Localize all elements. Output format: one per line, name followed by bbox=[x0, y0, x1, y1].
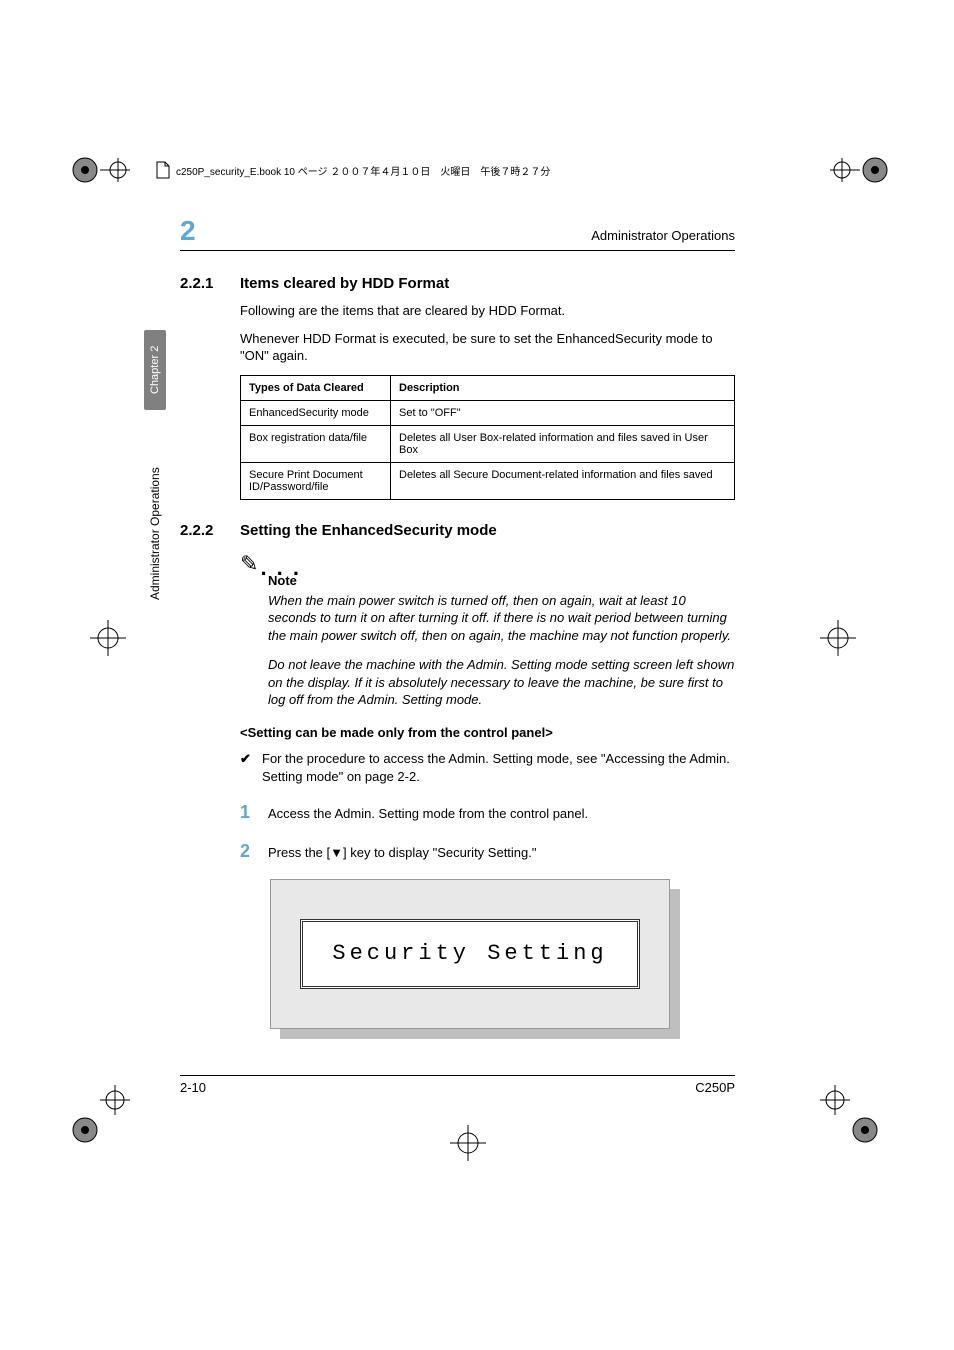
table-row: Box registration data/file Deletes all U… bbox=[241, 425, 735, 462]
reg-mark-right bbox=[820, 620, 856, 656]
table-header-cell: Types of Data Cleared bbox=[241, 375, 391, 400]
lcd-text: Security Setting bbox=[300, 919, 640, 989]
page-number: 2-10 bbox=[180, 1080, 206, 1095]
prerequisite-text: For the procedure to access the Admin. S… bbox=[262, 750, 735, 786]
section-number: 2.2.1 bbox=[180, 275, 240, 292]
note-block: ✎ . . . Note When the main power switch … bbox=[240, 553, 735, 709]
crop-mark-top-right bbox=[830, 150, 890, 190]
book-header: c250P_security_E.book 10 ページ ２００７年４月１０日 … bbox=[156, 161, 550, 179]
chapter-number: 2 bbox=[180, 215, 196, 247]
table-row: Secure Print Document ID/Password/file D… bbox=[241, 462, 735, 499]
running-head: 2 Administrator Operations bbox=[180, 215, 735, 251]
step-number: 2 bbox=[240, 839, 268, 864]
pencil-icon: ✎ bbox=[240, 553, 258, 575]
crop-mark-bottom-right bbox=[820, 1085, 880, 1145]
book-header-text: c250P_security_E.book 10 ページ ２００７年４月１０日 … bbox=[176, 163, 550, 178]
crop-mark-top-left bbox=[70, 150, 130, 190]
section-221-heading: 2.2.1 Items cleared by HDD Format bbox=[180, 275, 735, 292]
step-text: Press the [▼] key to display "Security S… bbox=[268, 844, 537, 862]
reg-mark-left bbox=[90, 620, 126, 656]
cleared-items-table: Types of Data Cleared Description Enhanc… bbox=[240, 375, 735, 500]
body-text: Following are the items that are cleared… bbox=[240, 302, 735, 320]
page-footer: 2-10 C250P bbox=[180, 1075, 735, 1095]
side-section-label: Administrator Operations bbox=[148, 440, 162, 600]
step-2: 2 Press the [▼] key to display "Security… bbox=[240, 839, 735, 864]
body-text: Whenever HDD Format is executed, be sure… bbox=[240, 330, 735, 365]
crop-mark-bottom-left bbox=[70, 1085, 130, 1145]
page-icon bbox=[156, 161, 170, 179]
section-222-heading: 2.2.2 Setting the EnhancedSecurity mode bbox=[180, 522, 735, 539]
section-title: Setting the EnhancedSecurity mode bbox=[240, 522, 497, 539]
table-header-row: Types of Data Cleared Description bbox=[241, 375, 735, 400]
note-label: Note bbox=[268, 573, 735, 588]
table-row: EnhancedSecurity mode Set to "OFF" bbox=[241, 400, 735, 425]
note-text: When the main power switch is turned off… bbox=[268, 592, 735, 645]
subheading: <Setting can be made only from the contr… bbox=[240, 725, 735, 740]
check-icon: ✔ bbox=[240, 750, 262, 786]
step-1: 1 Access the Admin. Setting mode from th… bbox=[240, 800, 735, 825]
table-header-cell: Description bbox=[391, 375, 735, 400]
note-text: Do not leave the machine with the Admin.… bbox=[268, 656, 735, 709]
model-number: C250P bbox=[695, 1080, 735, 1095]
lcd-screenshot: Security Setting bbox=[270, 879, 670, 1029]
prerequisite-item: ✔ For the procedure to access the Admin.… bbox=[240, 750, 735, 786]
step-text: Access the Admin. Setting mode from the … bbox=[268, 805, 588, 823]
section-number: 2.2.2 bbox=[180, 522, 240, 539]
step-number: 1 bbox=[240, 800, 268, 825]
reg-mark-bottom-center bbox=[450, 1125, 486, 1161]
chapter-tab: Chapter 2 bbox=[144, 330, 166, 410]
section-title: Items cleared by HDD Format bbox=[240, 275, 449, 292]
running-title: Administrator Operations bbox=[591, 228, 735, 243]
